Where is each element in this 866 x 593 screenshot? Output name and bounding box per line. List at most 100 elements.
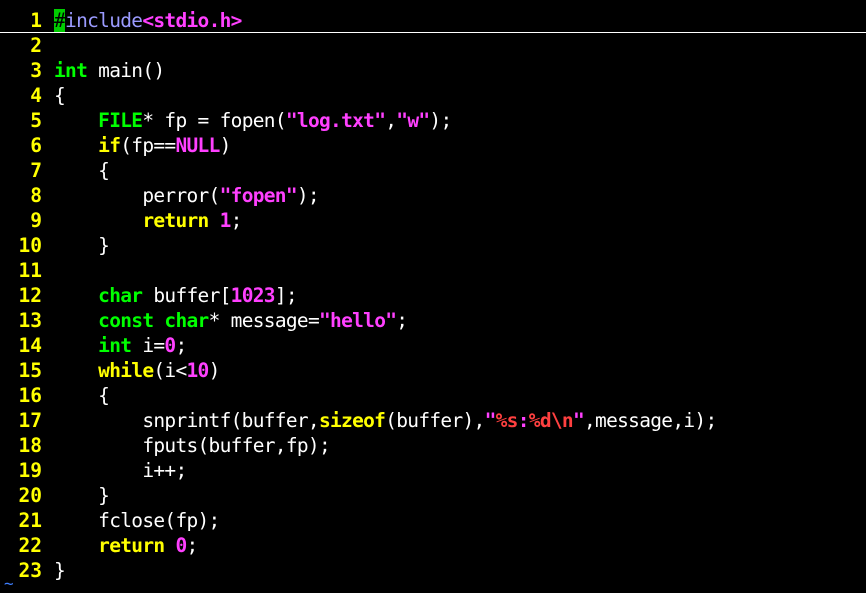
code-token: ); bbox=[296, 184, 320, 207]
line-number: 4 bbox=[30, 84, 42, 107]
code-text[interactable]: } bbox=[54, 483, 110, 508]
code-token: { bbox=[54, 384, 110, 407]
code-line[interactable]: 14 int i=0; bbox=[0, 333, 866, 358]
code-token: } bbox=[54, 484, 110, 507]
code-token: return bbox=[98, 534, 165, 557]
code-token: int bbox=[54, 59, 88, 82]
line-number: 11 bbox=[18, 259, 42, 282]
code-token: { bbox=[54, 84, 66, 107]
text-cursor: # bbox=[54, 9, 66, 32]
code-token: (i< bbox=[153, 359, 187, 382]
code-text[interactable]: int i=0; bbox=[54, 333, 187, 358]
code-token: 0 bbox=[164, 334, 176, 357]
code-token: while bbox=[98, 359, 154, 382]
code-line[interactable]: 20 } bbox=[0, 483, 866, 508]
code-token: * message= bbox=[208, 309, 320, 332]
code-line[interactable]: 21 fclose(fp); bbox=[0, 508, 866, 533]
code-line[interactable]: 8 perror("fopen"); bbox=[0, 183, 866, 208]
code-text[interactable]: #include<stdio.h> bbox=[54, 8, 242, 33]
code-line[interactable]: 1 #include<stdio.h> bbox=[0, 8, 866, 33]
line-number: 6 bbox=[30, 134, 42, 157]
code-text[interactable]: snprintf(buffer,sizeof(buffer),"%s:%d\n"… bbox=[54, 408, 717, 433]
code-text[interactable]: return 0; bbox=[54, 533, 198, 558]
line-number: 1 bbox=[30, 9, 42, 32]
line-number: 3 bbox=[30, 59, 42, 82]
code-token: "log.txt" bbox=[285, 109, 386, 132]
code-line[interactable]: 7 { bbox=[0, 158, 866, 183]
code-token: fputs(buffer,fp); bbox=[54, 434, 330, 457]
code-token: : bbox=[517, 409, 530, 432]
code-token: if bbox=[98, 134, 121, 157]
code-editor[interactable]: 1 #include<stdio.h> 2 3 int main() 4{5 FILE* … bbox=[0, 8, 866, 583]
code-token: main() bbox=[87, 59, 165, 82]
code-line[interactable]: 6 if(fp==NULL) bbox=[0, 133, 866, 158]
code-line[interactable]: 17 snprintf(buffer,sizeof(buffer),"%s:%d… bbox=[0, 408, 866, 433]
code-token: " bbox=[572, 409, 585, 432]
code-text[interactable]: perror("fopen"); bbox=[54, 183, 319, 208]
code-line[interactable]: 2 bbox=[0, 33, 866, 58]
code-line[interactable]: 18 fputs(buffer,fp); bbox=[0, 433, 866, 458]
line-number: 14 bbox=[18, 334, 42, 357]
code-token: char bbox=[164, 309, 209, 332]
code-text[interactable]: fputs(buffer,fp); bbox=[54, 433, 330, 458]
code-token: %s bbox=[495, 409, 519, 432]
code-text[interactable]: } bbox=[54, 558, 66, 583]
code-line[interactable]: 19 i++; bbox=[0, 458, 866, 483]
code-text[interactable]: { bbox=[54, 83, 66, 108]
code-token: } bbox=[54, 559, 66, 582]
code-line[interactable]: 12 char buffer[1023]; bbox=[0, 283, 866, 308]
code-token: (fp== bbox=[120, 134, 176, 157]
code-token: ) bbox=[208, 359, 221, 382]
code-token: "fopen" bbox=[219, 184, 298, 207]
code-text[interactable]: return 1; bbox=[54, 208, 242, 233]
code-text[interactable]: while(i<10) bbox=[54, 358, 220, 383]
code-line[interactable]: 3 int main() bbox=[0, 58, 866, 83]
code-token: ; bbox=[186, 534, 199, 557]
code-text[interactable]: { bbox=[54, 383, 110, 408]
code-token: ); bbox=[429, 109, 452, 132]
line-number: 7 bbox=[30, 159, 42, 182]
code-token: 0 bbox=[175, 534, 187, 557]
code-text[interactable]: i++; bbox=[54, 458, 187, 483]
code-token: i++; bbox=[54, 459, 187, 482]
code-line[interactable]: 15 while(i<10) bbox=[0, 358, 866, 383]
code-token: fclose(fp); bbox=[54, 509, 220, 532]
code-text[interactable]: const char* message="hello"; bbox=[54, 308, 408, 333]
code-line[interactable]: 10 } bbox=[0, 233, 866, 258]
code-line[interactable]: 13 const char* message="hello"; bbox=[0, 308, 866, 333]
line-number: 19 bbox=[18, 459, 42, 482]
code-text[interactable]: FILE* fp = fopen("log.txt","w"); bbox=[54, 108, 452, 133]
code-line[interactable]: 16 { bbox=[0, 383, 866, 408]
line-number: 21 bbox=[18, 509, 42, 532]
code-token: int bbox=[98, 334, 132, 357]
code-token: perror( bbox=[54, 184, 220, 207]
code-text[interactable]: { bbox=[54, 158, 110, 183]
code-text[interactable]: } bbox=[54, 233, 110, 258]
line-number: 10 bbox=[18, 234, 42, 257]
code-line[interactable]: 11 bbox=[0, 258, 866, 283]
code-token: * fp = fopen( bbox=[142, 109, 286, 132]
code-text[interactable]: int main() bbox=[54, 58, 165, 83]
code-token: ; bbox=[230, 209, 243, 232]
code-token: sizeof bbox=[318, 409, 386, 432]
code-line[interactable]: 4{ bbox=[0, 83, 866, 108]
code-token: ) bbox=[219, 134, 232, 157]
line-number: 9 bbox=[30, 209, 42, 232]
code-line[interactable]: 5 FILE* fp = fopen("log.txt","w"); bbox=[0, 108, 866, 133]
code-token: buffer[ bbox=[142, 284, 231, 307]
code-token: return bbox=[142, 209, 209, 232]
code-text[interactable]: if(fp==NULL) bbox=[54, 133, 231, 158]
code-text[interactable]: fclose(fp); bbox=[54, 508, 220, 533]
code-line[interactable]: 9 return 1; bbox=[0, 208, 866, 233]
code-text[interactable]: char buffer[1023]; bbox=[54, 283, 297, 308]
code-line[interactable]: 23} bbox=[0, 558, 866, 583]
code-line[interactable]: 22 return 0; bbox=[0, 533, 866, 558]
